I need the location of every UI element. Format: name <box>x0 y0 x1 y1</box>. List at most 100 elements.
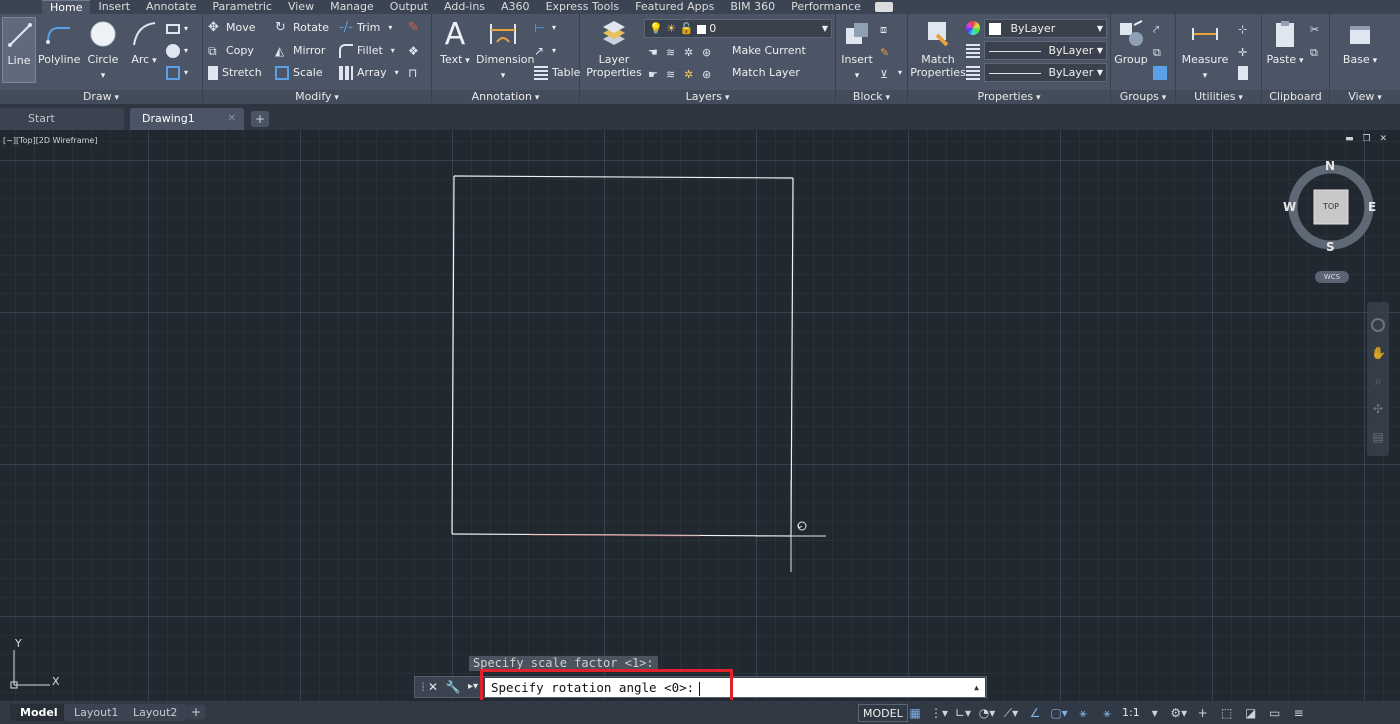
block-attribute-button[interactable]: ⊻ ▾ <box>880 64 902 82</box>
compass-south[interactable]: S <box>1326 240 1335 254</box>
match-layer-button[interactable]: Match Layer <box>732 64 800 82</box>
layout-tab-layout1[interactable]: Layout1 <box>64 704 129 721</box>
layer-lock-icon[interactable]: ⊛ <box>702 44 716 59</box>
tab-home[interactable]: Home <box>42 0 91 14</box>
tab-express-tools[interactable]: Express Tools <box>538 0 628 14</box>
group-edit-button[interactable]: ⧉ <box>1153 42 1171 60</box>
table-button[interactable]: Table <box>534 64 580 82</box>
isolate-objects-icon[interactable]: ⬚ <box>1218 705 1236 721</box>
add-layout-button[interactable]: + <box>187 705 205 719</box>
polar-icon[interactable]: ◔▾ <box>978 705 996 721</box>
layout-tab-layout2[interactable]: Layout2 <box>123 704 188 721</box>
text-button[interactable]: A Text <box>436 17 474 68</box>
steering-wheel-icon[interactable] <box>1371 318 1385 332</box>
tab-add-ins[interactable]: Add-ins <box>436 0 493 14</box>
block-panel-title[interactable]: Block <box>836 90 907 104</box>
compass-east[interactable]: E <box>1368 200 1376 214</box>
tab-parametric[interactable]: Parametric <box>204 0 280 14</box>
groups-panel-title[interactable]: Groups <box>1111 90 1175 104</box>
layer-dropdown[interactable]: 💡 ☀ 🔓 0 ▼ <box>644 19 832 38</box>
layout-tab-model[interactable]: Model <box>10 704 68 721</box>
multileader-button[interactable]: ↗ ▾ <box>534 42 556 60</box>
arc-button[interactable]: Arc <box>126 17 162 68</box>
paste-button[interactable]: Paste <box>1266 17 1304 68</box>
measure-button[interactable]: Measure <box>1178 17 1232 83</box>
ribbon-minimize-icon[interactable] <box>874 2 893 12</box>
layer-unisolate-icon[interactable]: ≋ <box>666 66 680 81</box>
boundary-button[interactable]: ▾ <box>166 64 188 82</box>
application-menu-button[interactable] <box>0 0 42 14</box>
viewcube-face-top[interactable]: TOP <box>1316 202 1346 211</box>
dimension-button[interactable]: Dimension <box>476 17 534 83</box>
group-button[interactable]: Group <box>1113 17 1149 66</box>
tab-output[interactable]: Output <box>382 0 436 14</box>
rectangle-button[interactable]: ▾ <box>166 20 188 38</box>
isodraft-icon[interactable]: ⟋▾ <box>1002 705 1020 721</box>
annotation-scale-icon[interactable]: ⚹ <box>1074 705 1092 721</box>
quick-select-button[interactable]: ⊹ <box>1238 19 1256 37</box>
properties-panel-title[interactable]: Properties <box>908 90 1110 104</box>
edit-block-button[interactable]: ✎ <box>880 42 898 60</box>
object-snap-tracking-icon[interactable]: ∠ <box>1026 705 1044 721</box>
match-properties-button[interactable]: Match Properties <box>910 17 966 79</box>
tab-performance[interactable]: Performance <box>783 0 869 14</box>
color-dropdown[interactable]: ByLayer ▼ <box>984 19 1107 38</box>
id-point-button[interactable]: ✛ <box>1238 42 1256 60</box>
tab-bim-360[interactable]: BIM 360 <box>722 0 783 14</box>
create-block-button[interactable]: ⧈ <box>880 19 898 37</box>
object-snap-icon[interactable]: ▢▾ <box>1050 705 1068 721</box>
array-button[interactable]: Array ▾ <box>339 64 399 82</box>
tab-insert[interactable]: Insert <box>90 0 138 14</box>
clean-screen-icon[interactable]: ▭ <box>1266 705 1284 721</box>
leader-button[interactable]: ⊢ ▾ <box>534 19 556 37</box>
orbit-icon[interactable]: ✣ <box>1371 402 1385 416</box>
recent-commands-icon[interactable]: ▸▾ <box>465 679 481 695</box>
base-button[interactable]: Base <box>1340 17 1380 68</box>
scale-button[interactable]: Scale <box>275 64 323 82</box>
color-wheel-button[interactable] <box>966 19 984 37</box>
explode-button[interactable]: ❖ <box>408 42 426 60</box>
model-space-button[interactable]: MODEL <box>858 704 908 722</box>
polyline-button[interactable]: Polyline <box>38 17 80 66</box>
grid-icon[interactable]: ▦ <box>906 705 924 721</box>
calculator-button[interactable] <box>1238 64 1252 82</box>
compass-north[interactable]: N <box>1325 159 1335 173</box>
viewcube[interactable]: TOP N S E W <box>1283 159 1376 254</box>
annotation-panel-title[interactable]: Annotation <box>432 90 579 104</box>
view-panel-title[interactable]: View <box>1330 90 1400 104</box>
tab-a360[interactable]: A360 <box>493 0 538 14</box>
showmotion-icon[interactable]: ▤ <box>1371 430 1385 444</box>
layer-isolate-icon[interactable]: ≋ <box>666 44 680 59</box>
plus-icon[interactable]: + <box>1194 705 1212 721</box>
close-tab-icon[interactable]: ✕ <box>228 108 236 130</box>
copy-button[interactable]: ⧉ Copy <box>208 42 254 60</box>
utilities-panel-title[interactable]: Utilities <box>1176 90 1261 104</box>
insert-button[interactable]: Insert <box>838 17 876 83</box>
layer-properties-button[interactable]: Layer Properties <box>586 17 642 79</box>
tab-manage[interactable]: Manage <box>322 0 382 14</box>
pan-icon[interactable]: ✋ <box>1371 346 1386 360</box>
trim-button[interactable]: -/- Trim ▾ <box>339 19 392 37</box>
new-tab-button[interactable]: + <box>251 111 269 127</box>
scale-dropdown-icon[interactable]: ▾ <box>1146 705 1164 721</box>
rotate-button[interactable]: ↻ Rotate <box>275 19 329 37</box>
navigation-bar[interactable]: ✋ ⌕ ✣ ▤ <box>1367 302 1389 456</box>
draw-panel-title[interactable]: Draw <box>0 90 202 104</box>
rectangle-geometry[interactable] <box>451 175 794 537</box>
layer-on-icon[interactable]: ☛ <box>648 66 662 81</box>
erase-button[interactable]: ✎ <box>408 19 426 37</box>
linetype-icon-button[interactable] <box>966 42 984 60</box>
stretch-button[interactable]: Stretch <box>208 64 262 82</box>
tab-featured-apps[interactable]: Featured Apps <box>627 0 722 14</box>
annotation-visibility-icon[interactable]: ⚹ <box>1098 705 1116 721</box>
offset-button[interactable]: ⊓ <box>408 64 426 82</box>
linetype-dropdown[interactable]: ByLayer ▼ <box>984 41 1107 60</box>
layers-panel-title[interactable]: Layers <box>580 90 835 104</box>
layer-freeze-icon[interactable]: ✲ <box>684 44 698 59</box>
tab-annotate[interactable]: Annotate <box>138 0 204 14</box>
group-selection-button[interactable] <box>1153 64 1171 82</box>
modify-panel-title[interactable]: Modify <box>203 90 431 104</box>
ortho-icon[interactable]: ∟▾ <box>954 705 972 721</box>
move-button[interactable]: ✥ Move <box>208 19 256 37</box>
file-tab-drawing1[interactable]: Drawing1 ✕ <box>130 108 244 130</box>
